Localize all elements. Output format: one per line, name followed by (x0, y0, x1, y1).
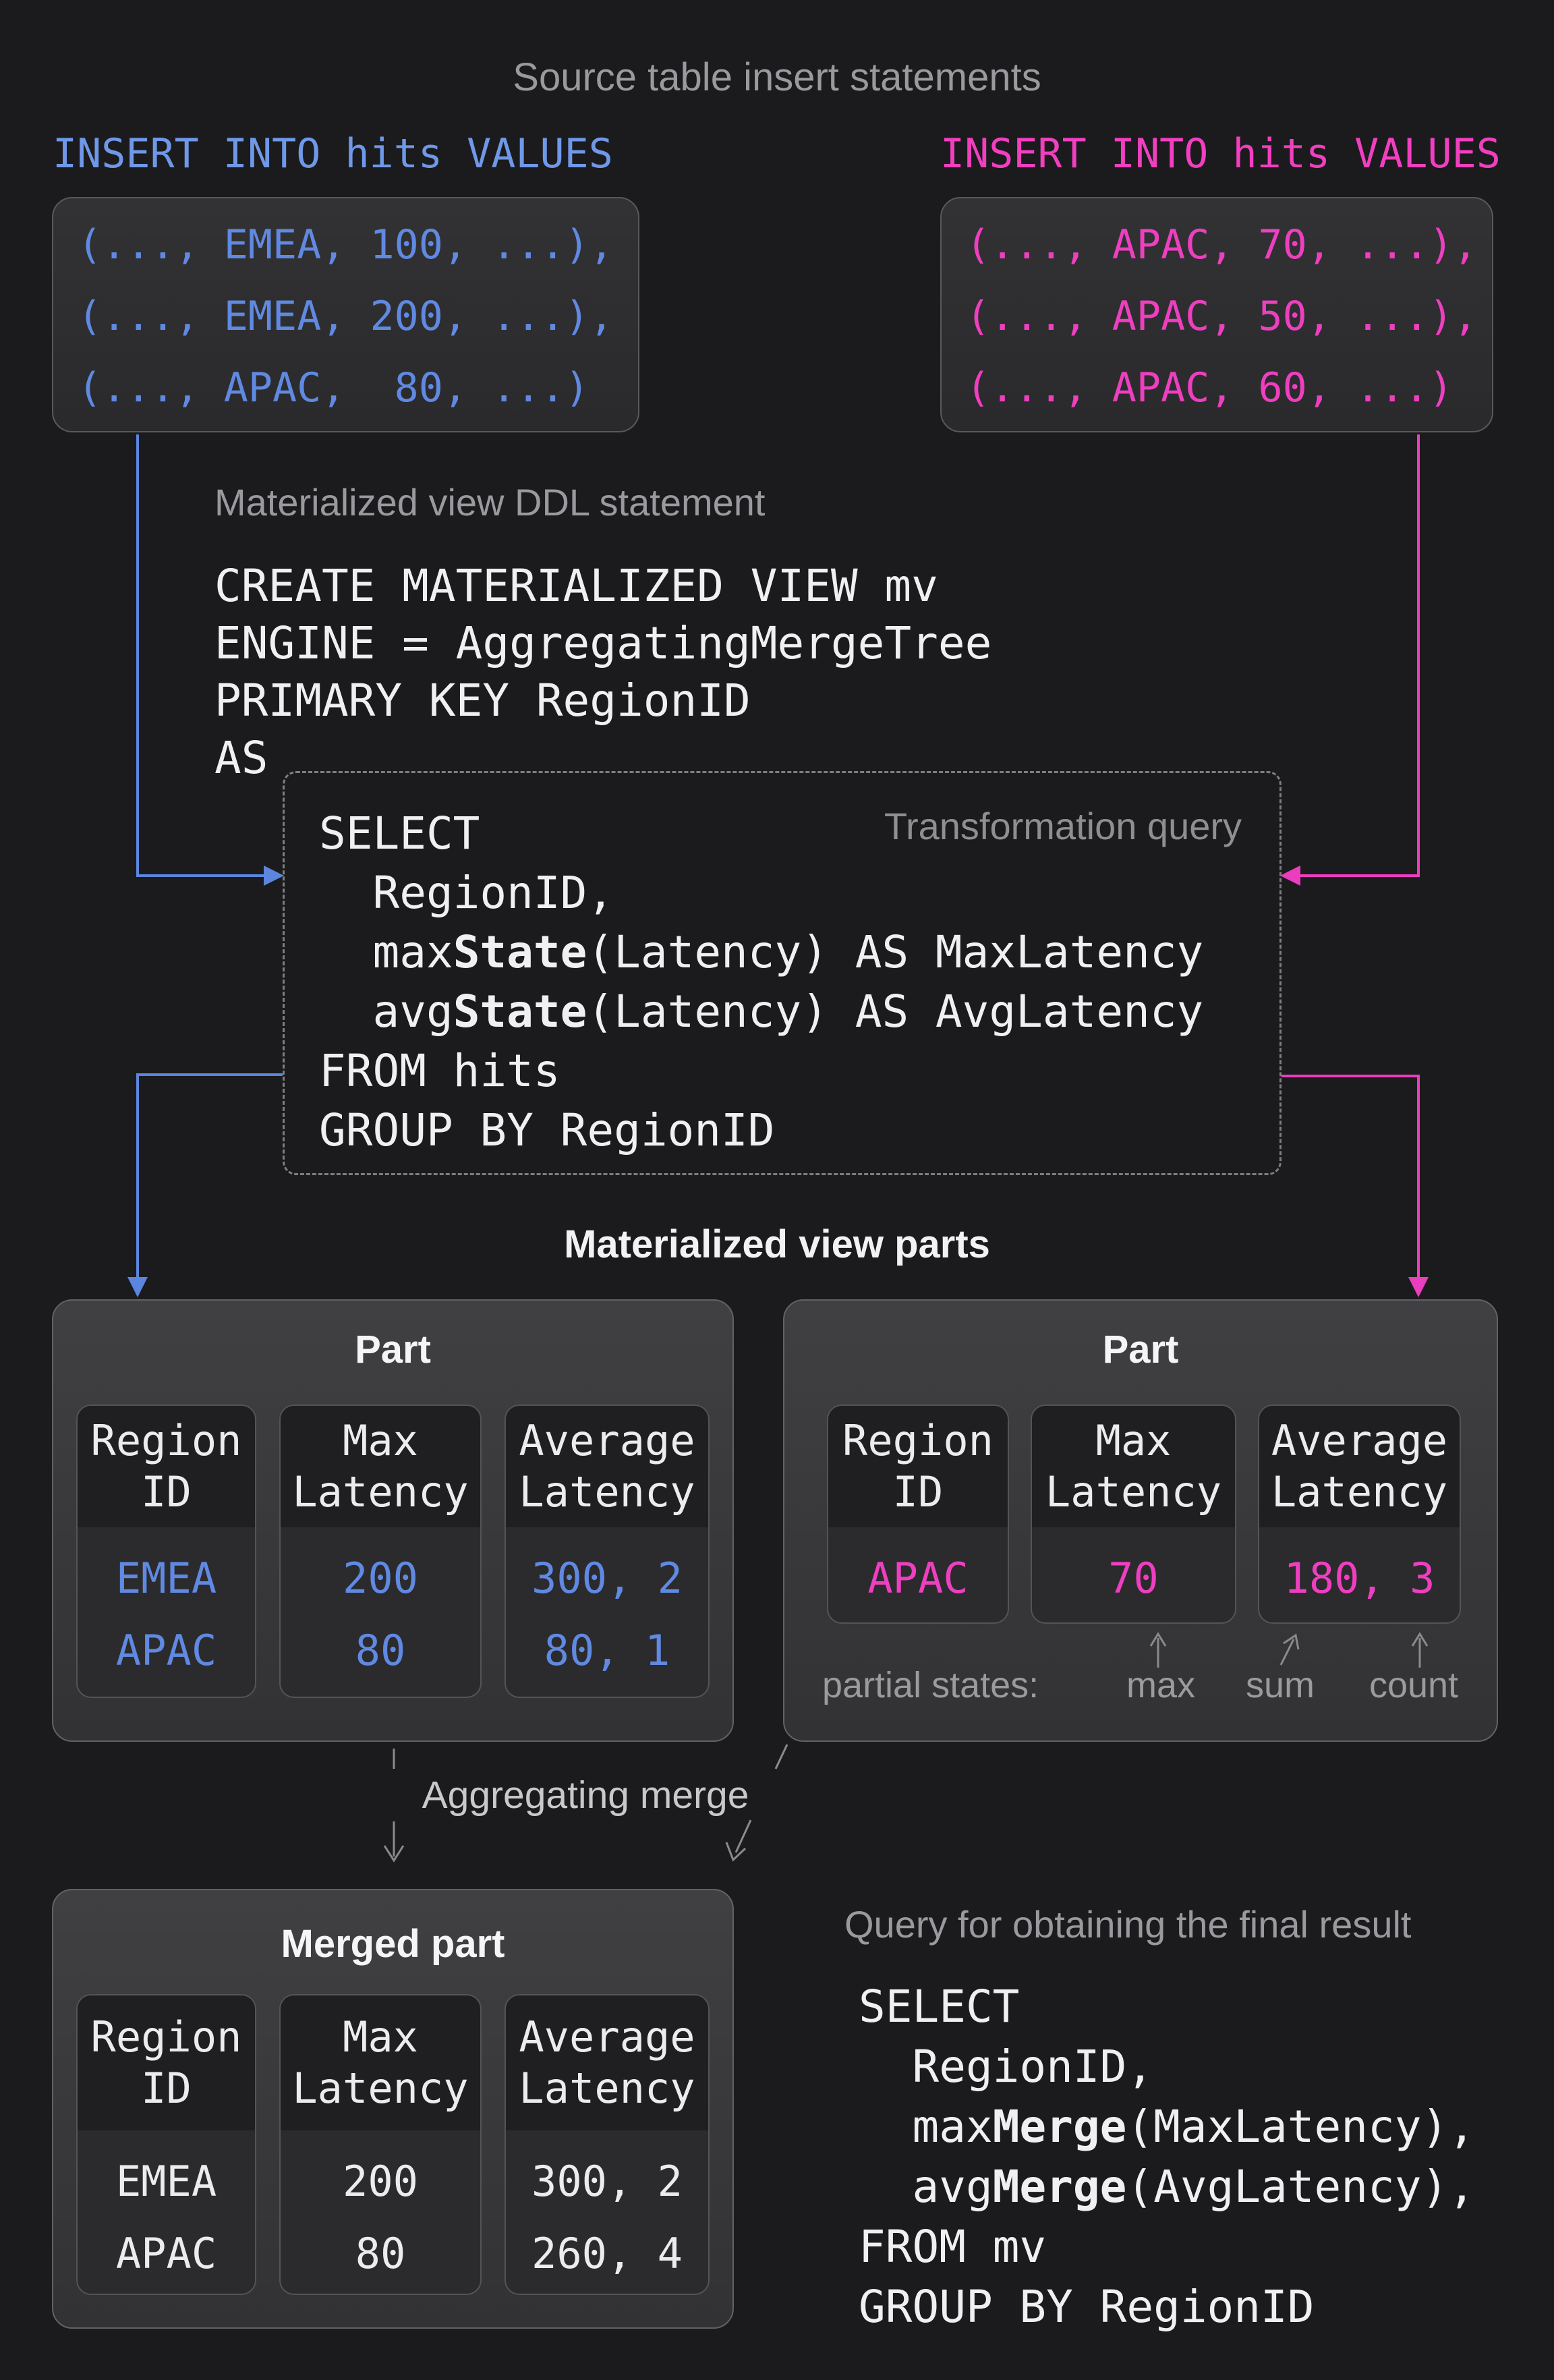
merged-column-max-latency: Max Latency 200 80 (279, 1994, 482, 2295)
final-query-label: Query for obtaining the final result (844, 1902, 1411, 1947)
column-header-region-id: Region ID (78, 1406, 255, 1527)
insert-statement-left-label: INSERT INTO hits VALUES (53, 130, 613, 178)
insert-left-line-3: (..., APAC, 80, ...) (78, 364, 589, 412)
part-right-max-latency-values: 70 (1032, 1527, 1235, 1614)
insert-values-box-right: (..., APAC, 70, ...), (..., APAC, 50, ..… (940, 197, 1493, 432)
ddl-code-block: CREATE MATERIALIZED VIEW mv ENGINE = Agg… (214, 557, 991, 787)
merged-part-box: Merged part Region ID EMEA APAC Max Late… (52, 1889, 734, 2329)
transform-line-1: SELECT (319, 808, 480, 859)
column-header-average-latency: Average Latency (506, 1406, 708, 1527)
part-box-left: Part Region ID EMEA APAC Max Latency 200… (52, 1299, 734, 1742)
column-header-average-latency: Average Latency (506, 1995, 708, 2130)
part-left-region-values: EMEA APAC (78, 1527, 255, 1687)
part-right-title: Part (784, 1328, 1497, 1372)
part-right-region-values: APAC (828, 1527, 1008, 1614)
part-right-column-max-latency: Max Latency 70 (1031, 1405, 1236, 1624)
partial-states-label: partial states: (822, 1664, 1039, 1707)
part-left-column-region: Region ID EMEA APAC (76, 1405, 256, 1698)
merged-column-average-latency: Average Latency 300, 2 260, 4 (505, 1994, 710, 2295)
column-header-max-latency: Max Latency (281, 1406, 480, 1527)
merged-max-latency-values: 200 80 (281, 2130, 480, 2290)
ddl-line-3: PRIMARY KEY RegionID (214, 675, 751, 727)
transform-line-4: avgState(Latency) AS AvgLatency (319, 986, 1203, 1038)
column-header-max-latency: Max Latency (281, 1995, 480, 2130)
final-line-2: RegionID, (859, 2041, 1153, 2093)
arrowhead-down-icon (127, 1277, 148, 1297)
final-line-5: FROM mv (859, 2221, 1046, 2273)
part-left-average-latency-values: 300, 2 80, 1 (506, 1527, 708, 1687)
final-line-6: GROUP BY RegionID (859, 2281, 1315, 2333)
insert-right-line-1: (..., APAC, 70, ...), (966, 221, 1478, 268)
ddl-line-4: AS (214, 732, 268, 784)
arrowhead-left-icon (1280, 866, 1300, 886)
column-header-max-latency: Max Latency (1032, 1406, 1235, 1527)
part-right-column-average-latency: Average Latency 180, 3 (1258, 1405, 1461, 1624)
part-right-column-region: Region ID APAC (827, 1405, 1009, 1624)
part-box-right: Part Region ID APAC Max Latency 70 Avera… (783, 1299, 1498, 1742)
part-left-max-latency-values: 200 80 (281, 1527, 480, 1687)
part-left-column-max-latency: Max Latency 200 80 (279, 1405, 482, 1698)
insert-right-line-2: (..., APAC, 50, ...), (966, 293, 1478, 340)
merged-average-latency-values: 300, 2 260, 4 (506, 2130, 708, 2290)
transform-line-5: FROM hits (319, 1045, 560, 1097)
partial-state-count-label: count (1369, 1664, 1458, 1707)
final-line-4: avgMerge(AvgLatency), (859, 2161, 1475, 2213)
arrowhead-down-icon (726, 1842, 745, 1860)
insert-left-line-1: (..., EMEA, 100, ...), (78, 221, 614, 268)
insert-values-right-line: (..., APAC, 70, ...), (..., APAC, 50, ..… (942, 198, 1492, 424)
column-header-region-id: Region ID (78, 1995, 255, 2130)
transformation-query-code: SELECT RegionID, maxState(Latency) AS Ma… (319, 804, 1203, 1160)
insert-right-line-3: (..., APAC, 60, ...) (966, 364, 1453, 412)
final-line-1: SELECT (859, 1981, 1019, 2033)
partial-state-sum-label: sum (1246, 1664, 1315, 1707)
merged-part-title: Merged part (53, 1922, 732, 1966)
transform-line-2: RegionID, (319, 867, 614, 919)
column-header-region-id: Region ID (828, 1406, 1008, 1527)
merged-column-region: Region ID EMEA APAC (76, 1994, 256, 2295)
transform-line-6: GROUP BY RegionID (319, 1104, 775, 1156)
ddl-line-1: CREATE MATERIALIZED VIEW mv (214, 560, 938, 612)
diagram-canvas: Source table insert statements INSERT IN… (0, 0, 1554, 2380)
arrowhead-down-icon (1408, 1277, 1429, 1297)
transformation-query-box: Transformation query SELECT RegionID, ma… (283, 771, 1282, 1175)
ddl-line-2: ENGINE = AggregatingMergeTree (214, 617, 991, 669)
merged-region-values: EMEA APAC (78, 2130, 255, 2290)
arrowhead-down-icon (384, 1846, 403, 1861)
materialized-view-parts-title: Materialized view parts (0, 1222, 1554, 1267)
transform-line-3: maxState(Latency) AS MaxLatency (319, 926, 1203, 978)
ddl-statement-label: Materialized view DDL statement (214, 480, 765, 525)
part-right-average-latency-values: 180, 3 (1259, 1527, 1460, 1614)
insert-values-box-left: (..., EMEA, 100, ...), (..., EMEA, 200, … (52, 197, 639, 432)
final-line-3: maxMerge(MaxLatency), (859, 2101, 1475, 2153)
part-left-column-average-latency: Average Latency 300, 2 80, 1 (505, 1405, 710, 1698)
column-header-average-latency: Average Latency (1259, 1406, 1460, 1527)
arrow-right-insert-to-query (1296, 434, 1418, 876)
arrowhead-right-icon (264, 866, 284, 886)
final-query-code: SELECT RegionID, maxMerge(MaxLatency), a… (859, 1977, 1475, 2337)
insert-statement-right-label: INSERT INTO hits VALUES (940, 130, 1501, 178)
insert-left-line-2: (..., EMEA, 200, ...), (78, 293, 614, 340)
partial-state-max-label: max (1126, 1664, 1195, 1707)
part-left-title: Part (53, 1328, 732, 1372)
source-table-title: Source table insert statements (0, 55, 1554, 100)
insert-values-left-line: (..., EMEA, 100, ...), (..., EMEA, 200, … (53, 198, 638, 424)
aggregating-merge-label: Aggregating merge (248, 1773, 923, 1817)
